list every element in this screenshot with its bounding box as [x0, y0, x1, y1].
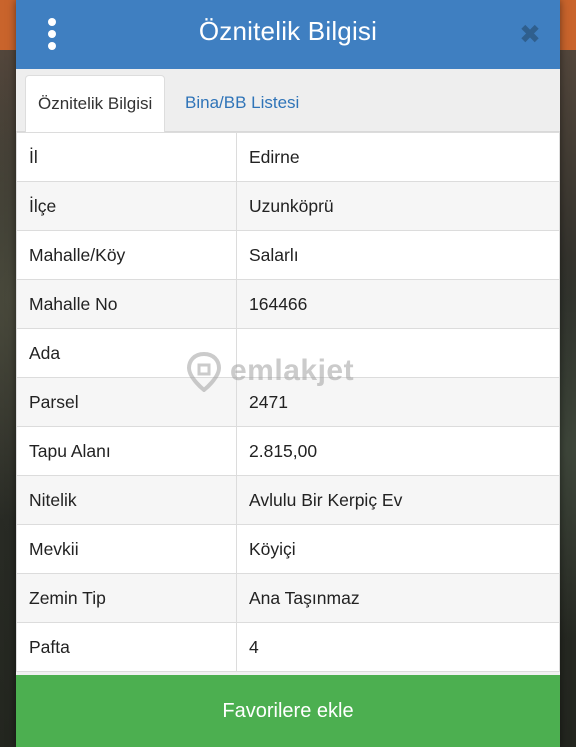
row-value: 164466	[236, 279, 560, 329]
row-label: İlçe	[16, 181, 237, 231]
row-value	[236, 328, 560, 378]
row-value: Edirne	[236, 132, 560, 182]
row-value: Uzunköprü	[236, 181, 560, 231]
table-row: İlçe Uzunköprü	[16, 181, 560, 231]
table-row: Mahalle/Köy Salarlı	[16, 230, 560, 280]
row-label: Mahalle/Köy	[16, 230, 237, 280]
row-label: İl	[16, 132, 237, 182]
row-label: Tapu Alanı	[16, 426, 237, 476]
attribute-dialog: Öznitelik Bilgisi ✖ Öznitelik Bilgisi Bi…	[16, 0, 560, 747]
row-label: Pafta	[16, 622, 237, 672]
table-row: Parsel 2471	[16, 377, 560, 427]
close-icon[interactable]: ✖	[516, 20, 544, 48]
tab-bar: Öznitelik Bilgisi Bina/BB Listesi	[16, 69, 560, 132]
dialog-header: Öznitelik Bilgisi ✖	[16, 0, 560, 69]
table-row: Mevkii Köyiçi	[16, 524, 560, 574]
row-value: Köyiçi	[236, 524, 560, 574]
row-value: 2.815,00	[236, 426, 560, 476]
table-row: Nitelik Avlulu Bir Kerpiç Ev	[16, 475, 560, 525]
background-strip-right	[558, 0, 576, 50]
row-label: Parsel	[16, 377, 237, 427]
table-row: İl Edirne	[16, 132, 560, 182]
table-row: Tapu Alanı 2.815,00	[16, 426, 560, 476]
tab-attribute-info[interactable]: Öznitelik Bilgisi	[25, 75, 166, 132]
dialog-title: Öznitelik Bilgisi	[198, 16, 378, 46]
row-value: 2471	[236, 377, 560, 427]
table-row: Zemin Tip Ana Taşınmaz	[16, 573, 560, 623]
row-label: Zemin Tip	[16, 573, 237, 623]
tab-building-list[interactable]: Bina/BB Listesi	[173, 75, 311, 131]
row-label: Mevkii	[16, 524, 237, 574]
row-value: Avlulu Bir Kerpiç Ev	[236, 475, 560, 525]
table-row: Pafta 4	[16, 622, 560, 672]
attribute-table: İl Edirne İlçe Uzunköprü Mahalle/Köy Sal…	[16, 132, 560, 672]
table-row: Ada	[16, 328, 560, 378]
row-value: Salarlı	[236, 230, 560, 280]
row-value: Ana Taşınmaz	[236, 573, 560, 623]
row-label: Mahalle No	[16, 279, 237, 329]
add-to-favorites-button[interactable]: Favorilere ekle	[16, 675, 560, 747]
row-label: Nitelik	[16, 475, 237, 525]
table-row: Mahalle No 164466	[16, 279, 560, 329]
row-label: Ada	[16, 328, 237, 378]
row-value: 4	[236, 622, 560, 672]
